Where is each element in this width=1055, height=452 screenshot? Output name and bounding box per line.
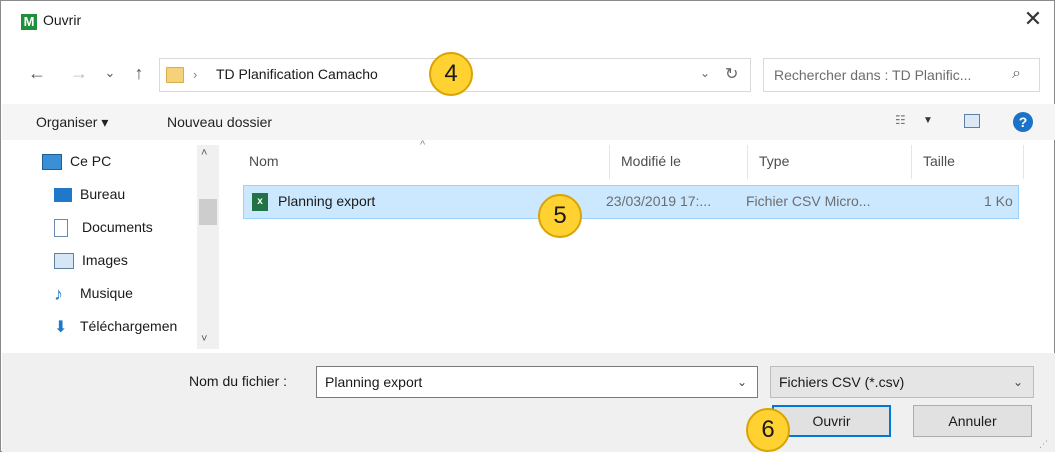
sidebar-scrollbar[interactable]: ˄ ˅ bbox=[197, 145, 219, 349]
view-options-icon[interactable]: ☷ bbox=[895, 113, 911, 129]
sidebar-item-ce-pc[interactable]: Ce PC bbox=[26, 145, 220, 178]
scroll-up-icon[interactable]: ˄ bbox=[201, 147, 207, 159]
column-divider[interactable] bbox=[1023, 145, 1024, 179]
column-header-name[interactable]: Nom bbox=[249, 153, 279, 169]
column-divider[interactable] bbox=[911, 145, 912, 179]
filename-input[interactable]: Planning export ⌄ bbox=[316, 366, 758, 398]
step-marker-4: 4 bbox=[429, 52, 473, 96]
sidebar-item-musique[interactable]: ♪ Musique bbox=[26, 277, 220, 310]
sidebar-item-documents[interactable]: Documents bbox=[26, 211, 220, 244]
sidebar-item-telechargements[interactable]: ⬇ Téléchargemen bbox=[26, 310, 220, 343]
dialog-title: Ouvrir bbox=[43, 12, 82, 28]
filename-label: Nom du fichier : bbox=[189, 373, 288, 389]
column-divider[interactable] bbox=[747, 145, 748, 179]
folder-icon bbox=[166, 67, 184, 83]
navigation-pane: Ce PC Bureau Documents Images ♪ Musique ⬇… bbox=[26, 145, 220, 349]
address-dropdown-icon[interactable]: ⌄ bbox=[700, 66, 710, 80]
refresh-icon[interactable]: ↻ bbox=[725, 64, 738, 84]
open-file-dialog: M Ouvrir ✕ ← → ⌄ ↑ › TD Planification Ca… bbox=[0, 0, 1055, 452]
sidebar-item-label: Documents bbox=[82, 219, 153, 235]
step-marker-6: 6 bbox=[746, 408, 790, 452]
file-list: ^ Nom Modifié le Type Taille x Planning … bbox=[227, 139, 1027, 349]
filename-value: Planning export bbox=[325, 374, 423, 390]
organize-menu[interactable]: Organiser ▾ bbox=[36, 114, 108, 131]
scroll-down-icon[interactable]: ˅ bbox=[201, 333, 207, 345]
file-size: 1 Ko bbox=[984, 193, 1013, 209]
scroll-thumb[interactable] bbox=[199, 199, 217, 225]
address-path[interactable]: TD Planification Camacho bbox=[216, 66, 378, 82]
view-dropdown-icon[interactable]: ▼ bbox=[923, 115, 933, 126]
column-header-type[interactable]: Type bbox=[759, 153, 789, 169]
sidebar-item-label: Images bbox=[82, 252, 128, 268]
filename-dropdown-icon[interactable]: ⌄ bbox=[737, 375, 747, 389]
sidebar-item-bureau[interactable]: Bureau bbox=[26, 178, 220, 211]
images-icon bbox=[54, 253, 74, 270]
sidebar-item-label: Musique bbox=[80, 285, 133, 301]
file-type: Fichier CSV Micro... bbox=[746, 193, 871, 209]
sidebar-item-images[interactable]: Images bbox=[26, 244, 220, 277]
help-icon[interactable]: ? bbox=[1013, 112, 1033, 132]
recent-locations-chevron-icon[interactable]: ⌄ bbox=[102, 63, 118, 83]
close-icon[interactable]: ✕ bbox=[1019, 7, 1047, 33]
column-divider[interactable] bbox=[609, 145, 610, 179]
sidebar-item-label: Téléchargemen bbox=[80, 318, 178, 334]
sidebar-item-label: Bureau bbox=[80, 186, 126, 202]
new-folder-button[interactable]: Nouveau dossier bbox=[167, 114, 272, 130]
command-bar: Organiser ▾ Nouveau dossier ☷ ▼ ? bbox=[2, 104, 1055, 140]
file-row[interactable]: x Planning export 23/03/2019 17:... Fich… bbox=[243, 185, 1019, 219]
music-icon: ♪ bbox=[54, 283, 63, 304]
forward-arrow-icon[interactable]: → bbox=[69, 63, 89, 83]
preview-pane-icon[interactable] bbox=[964, 114, 980, 128]
column-header-modified[interactable]: Modifié le bbox=[621, 153, 681, 169]
sort-ascending-icon: ^ bbox=[420, 139, 426, 151]
path-separator-icon: › bbox=[193, 67, 198, 82]
file-type-filter-value: Fichiers CSV (*.csv) bbox=[779, 374, 905, 390]
resize-grip-icon[interactable]: ⋰ bbox=[1039, 439, 1048, 450]
up-arrow-icon[interactable]: ↑ bbox=[129, 63, 149, 83]
column-header-size[interactable]: Taille bbox=[923, 153, 955, 169]
search-placeholder: Rechercher dans : TD Planific... bbox=[774, 67, 972, 83]
step-marker-5: 5 bbox=[538, 194, 582, 238]
documents-icon bbox=[54, 219, 68, 238]
file-name: Planning export bbox=[278, 193, 376, 209]
excel-csv-file-icon: x bbox=[252, 193, 268, 211]
file-type-filter-select[interactable]: Fichiers CSV (*.csv) ⌄ bbox=[770, 366, 1034, 398]
dialog-footer: Nom du fichier : Planning export ⌄ Fichi… bbox=[2, 353, 1055, 452]
desktop-icon bbox=[54, 188, 72, 203]
search-icon[interactable]: ⌕ bbox=[1012, 65, 1021, 83]
back-arrow-icon[interactable]: ← bbox=[25, 63, 49, 83]
cancel-button[interactable]: Annuler bbox=[913, 405, 1032, 437]
pc-icon bbox=[42, 154, 62, 171]
sidebar-item-label: Ce PC bbox=[70, 153, 112, 169]
app-icon: M bbox=[21, 14, 37, 30]
filter-dropdown-icon[interactable]: ⌄ bbox=[1013, 375, 1023, 389]
download-icon: ⬇ bbox=[54, 318, 68, 336]
search-input[interactable]: Rechercher dans : TD Planific... ⌕ bbox=[763, 58, 1040, 92]
file-modified: 23/03/2019 17:... bbox=[606, 193, 712, 209]
